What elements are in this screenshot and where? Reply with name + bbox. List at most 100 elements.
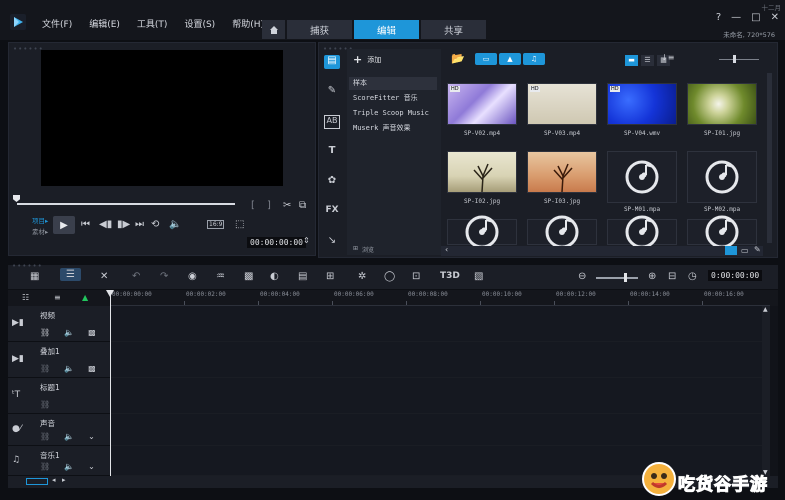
mask-creator-icon[interactable]: ◯ — [384, 271, 395, 282]
mute-icon[interactable]: 🔈 — [64, 328, 74, 337]
folder-item[interactable]: ScoreFitter 音乐 — [349, 92, 437, 105]
transition-icon[interactable]: AB — [324, 115, 340, 129]
player-timecode[interactable]: 00:00:00:00 — [247, 237, 306, 248]
tab-capture[interactable]: 捕获 — [287, 20, 352, 39]
close-icon[interactable]: ✕ — [771, 12, 779, 23]
mute-icon[interactable]: 🔈 — [64, 432, 74, 441]
thumbnail-size-slider[interactable] — [719, 59, 759, 60]
playhead-line[interactable] — [110, 290, 111, 476]
media-thumbnail[interactable] — [687, 215, 757, 249]
media-thumbnail[interactable]: HD — [527, 83, 597, 125]
folder-item[interactable]: 样本 — [349, 77, 437, 90]
multi-camera-icon[interactable]: ⊞ — [326, 271, 334, 282]
media-thumbnail[interactable] — [447, 215, 517, 249]
path-icon[interactable]: ↘ — [324, 235, 340, 249]
fit-timeline-button[interactable] — [26, 478, 48, 485]
media-thumbnail[interactable]: HD — [607, 83, 677, 125]
zoom-out-icon[interactable]: ⊖ — [578, 271, 586, 282]
expand-icon[interactable]: ⌄ — [88, 432, 95, 441]
tools-icon[interactable]: ✕ — [100, 271, 108, 282]
end-icon[interactable]: ⏭ — [135, 219, 144, 230]
timeline-timecode[interactable]: 0:00:00:00 — [708, 270, 763, 281]
zoom-in-icon[interactable]: ⊕ — [648, 271, 656, 282]
maximize-icon[interactable]: □ — [751, 12, 760, 23]
zoom-slider[interactable] — [596, 277, 638, 279]
import-folder-icon[interactable]: 📂 — [451, 52, 465, 65]
scroll-right-icon[interactable]: ▸ — [62, 476, 66, 484]
redo-icon[interactable]: ↷ — [160, 271, 168, 282]
scrubber-track[interactable] — [17, 203, 235, 205]
chapter-marker-icon[interactable]: ▲ — [82, 293, 88, 302]
timecode-stepper-icon[interactable]: ⇕ — [303, 236, 310, 245]
track-header[interactable]: ▶▮ 叠加1 ⛓ 🔈 ▩ — [8, 342, 110, 378]
options-icon[interactable]: ▭ — [741, 246, 749, 255]
mark-in-icon[interactable]: [ — [251, 200, 255, 211]
panel-grip-icon[interactable]: •••••• — [12, 262, 43, 270]
graphic-icon[interactable]: ✿ — [324, 175, 340, 189]
menu-settings[interactable]: 设置(S) — [184, 17, 215, 30]
menu-tools[interactable]: 工具(T) — [137, 17, 168, 30]
show-photo-icon[interactable]: ▲ — [499, 53, 521, 65]
play-button[interactable]: ▶ — [53, 216, 75, 234]
thumbnail-view-icon[interactable]: ▬ — [625, 55, 638, 66]
undo-icon[interactable]: ↶ — [132, 271, 140, 282]
track-header[interactable]: ●⁄ 声音 ⛓ 🔈 ⌄ — [8, 414, 110, 446]
thumbnail-size-handle[interactable] — [733, 55, 736, 63]
enlarge-preview-icon[interactable]: ⧉ — [299, 200, 306, 211]
media-thumbnail[interactable] — [527, 151, 597, 193]
motion-tracking-icon[interactable]: ◐ — [270, 271, 279, 282]
show-library-icon[interactable] — [725, 246, 737, 255]
zoom-handle[interactable] — [624, 273, 627, 282]
link-icon[interactable]: ⛓ — [40, 364, 50, 373]
menu-help[interactable]: 帮助(H) — [232, 17, 264, 30]
prev-frame-icon[interactable]: ◀▮ — [99, 219, 112, 230]
media-thumbnail[interactable] — [687, 83, 757, 125]
project-mode[interactable]: 项目▸ — [32, 215, 48, 225]
split-clip-icon[interactable]: ✂ — [283, 200, 291, 211]
split-screen-icon[interactable]: ▧ — [474, 271, 483, 282]
home-tab[interactable] — [262, 20, 285, 39]
time-ruler[interactable]: 00:00:00:00 00:00:02:00 00:00:04:00 00:00:0… — [110, 290, 770, 306]
scroll-up-icon[interactable]: ▲ — [763, 306, 768, 313]
show-audio-icon[interactable]: ♫ — [523, 53, 545, 65]
aspect-ratio-button[interactable]: 16:9 — [207, 220, 225, 229]
scroll-left-icon[interactable]: ◂ — [52, 476, 56, 484]
media-icon[interactable]: ▤ — [324, 55, 340, 69]
home-start-icon[interactable]: ⏮ — [81, 219, 90, 230]
menu-file[interactable]: 文件(F) — [42, 17, 72, 30]
add-folder-button[interactable]: + 添加 — [353, 53, 381, 66]
track-lane[interactable] — [110, 306, 766, 342]
mute-icon[interactable]: 🔈 — [64, 462, 74, 471]
pan-zoom-icon[interactable]: ⊡ — [412, 271, 420, 282]
link-icon[interactable]: ⛓ — [40, 462, 50, 471]
media-thumbnail[interactable] — [607, 151, 677, 203]
edit-icon[interactable]: ✎ — [754, 245, 761, 254]
tab-share[interactable]: 共享 — [421, 20, 486, 39]
title-icon[interactable]: T — [324, 145, 340, 159]
ripple-icon[interactable]: ▩ — [88, 364, 96, 373]
track-header[interactable]: ♫ 音乐1 ⛓ 🔈 ⌄ — [8, 446, 110, 476]
scrubber-handle[interactable] — [13, 195, 20, 202]
menu-edit[interactable]: 编辑(E) — [89, 17, 120, 30]
clip-mode[interactable]: 素材▸ — [32, 226, 48, 236]
timeline-view-icon[interactable]: ☰ — [60, 268, 81, 281]
change-size-icon[interactable]: ⬚ — [235, 219, 244, 230]
track-lane[interactable] — [110, 342, 766, 378]
media-thumbnail[interactable] — [447, 151, 517, 193]
3d-title-icon[interactable]: T3D — [440, 271, 460, 281]
link-icon[interactable]: ⛓ — [40, 400, 50, 409]
instant-project-icon[interactable]: ✎ — [324, 85, 340, 99]
media-thumbnail[interactable] — [607, 215, 677, 249]
media-thumbnail[interactable] — [687, 151, 757, 203]
ripple-icon[interactable]: ▩ — [88, 328, 96, 337]
track-header[interactable]: ▶▮ 视频 ⛓ 🔈 ▩ — [8, 306, 110, 342]
mark-out-icon[interactable]: ] — [267, 200, 271, 211]
library-scrollbar[interactable] — [767, 73, 772, 243]
filter-icon[interactable]: FX — [324, 205, 340, 219]
auto-music-icon[interactable]: ▩ — [244, 271, 253, 282]
media-thumbnail[interactable] — [527, 215, 597, 249]
track-manager-icon[interactable]: ☷ — [22, 293, 29, 302]
link-icon[interactable]: ⛓ — [40, 328, 50, 337]
sound-mixer-icon[interactable]: ♒ — [216, 271, 225, 282]
panel-grip-icon[interactable]: •••••• — [13, 45, 44, 53]
